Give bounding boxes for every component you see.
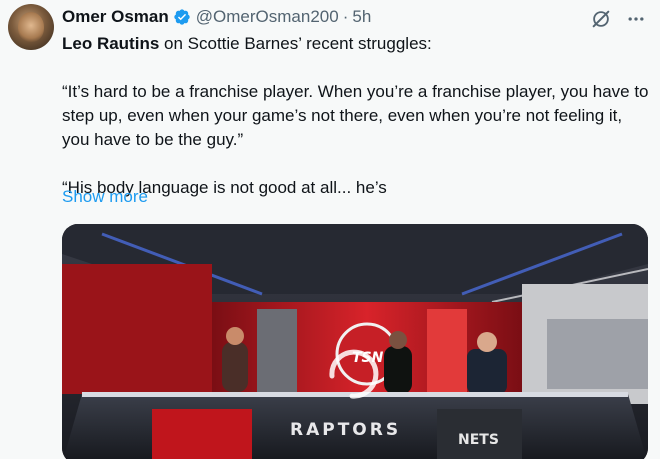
- tweet-time[interactable]: 5h: [352, 7, 371, 27]
- tweet-text: Leo Rautins on Scottie Barnes’ recent st…: [62, 32, 654, 200]
- video-media[interactable]: TSN NETS RAPTORS: [62, 224, 648, 459]
- desk-label: RAPTORS: [290, 420, 402, 440]
- tweet-header: Omer Osman @OmerOsman200 · 5h: [62, 6, 650, 28]
- verified-badge-icon: [173, 8, 191, 26]
- mentioned-name: Leo Rautins: [62, 34, 160, 53]
- separator-dot: ·: [342, 7, 349, 26]
- grok-icon[interactable]: [590, 8, 612, 30]
- tweet-line-1: on Scottie Barnes’ recent struggles:: [159, 34, 432, 53]
- avatar[interactable]: [8, 4, 54, 50]
- show-more-link[interactable]: Show more: [62, 187, 148, 207]
- author-name[interactable]: Omer Osman: [62, 7, 169, 27]
- tweet-quote-1: “It’s hard to be a franchise player. Whe…: [62, 82, 649, 149]
- more-icon[interactable]: [626, 9, 646, 29]
- tweet-quote-2: “His body language is not good at all...…: [62, 178, 387, 197]
- nets-label: NETS: [458, 432, 499, 448]
- author-handle[interactable]: @OmerOsman200: [196, 7, 339, 27]
